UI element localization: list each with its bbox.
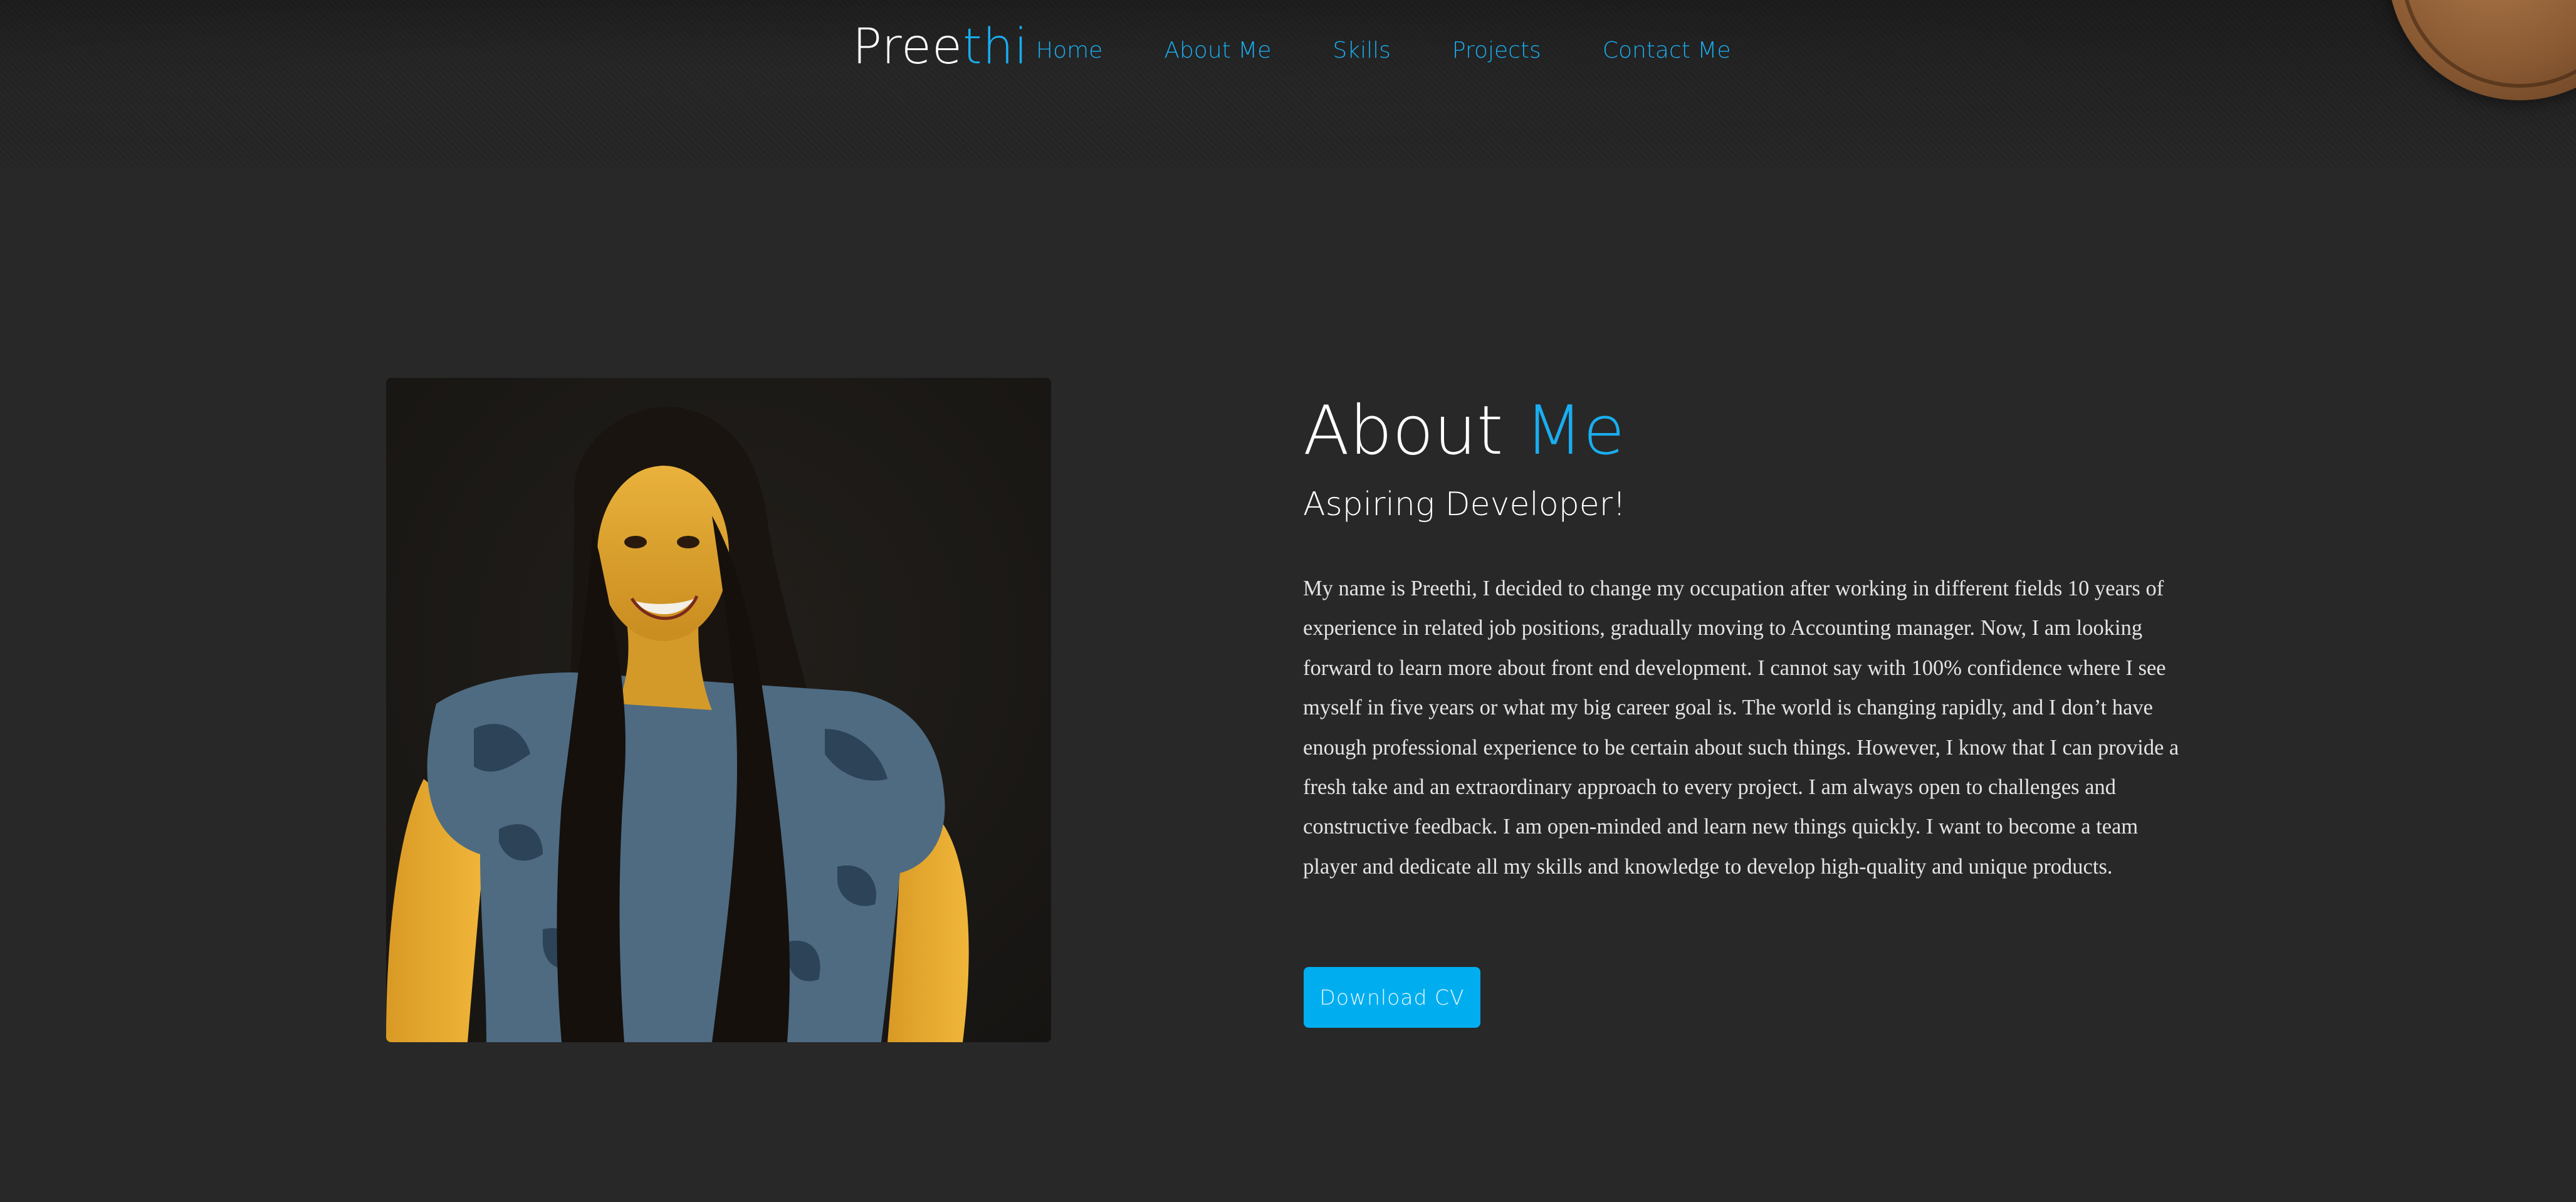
- about-title-accent: Me: [1524, 392, 1625, 470]
- main-nav: Home About Me Skills Projects Contact Me: [1036, 38, 1731, 63]
- download-cv-button[interactable]: Download CV: [1304, 967, 1480, 1028]
- logo-text-main: Pree: [852, 19, 963, 75]
- nav-skills[interactable]: Skills: [1333, 38, 1390, 63]
- site-header: Preethi Home About Me Skills Projects Co…: [0, 0, 2576, 168]
- plate-rim: [2401, 0, 2576, 88]
- about-title-main: About: [1303, 392, 1504, 470]
- nav-projects[interactable]: Projects: [1452, 38, 1541, 63]
- nav-about-me[interactable]: About Me: [1164, 38, 1271, 63]
- decorative-plate-image: [2388, 0, 2576, 100]
- site-logo[interactable]: Preethi: [852, 19, 1029, 75]
- about-bio: My name is Preethi, I decided to change …: [1303, 577, 2179, 879]
- about-subtitle: Aspiring Developer!: [1303, 486, 1626, 523]
- nav-contact-me[interactable]: Contact Me: [1603, 38, 1731, 63]
- page: Preethi Home About Me Skills Projects Co…: [0, 0, 2576, 1202]
- logo-text-accent: thi: [963, 19, 1029, 75]
- profile-photo: [386, 378, 1051, 1042]
- nav-home[interactable]: Home: [1036, 38, 1102, 63]
- about-title: About Me: [1303, 387, 1625, 475]
